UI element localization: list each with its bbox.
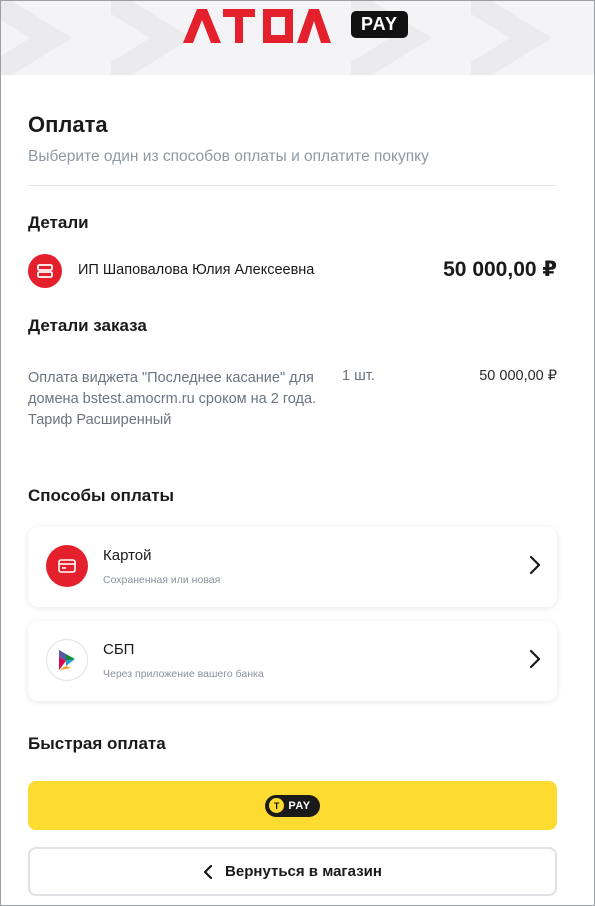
pay-by-card-label: Картой	[103, 547, 152, 564]
order-details-heading: Детали заказа	[28, 316, 147, 335]
card-icon	[46, 545, 88, 587]
total-amount: 50 000,00 ₽	[443, 258, 557, 281]
chevron-right-icon	[529, 555, 541, 575]
back-to-shop-button[interactable]: Вернуться в магазин	[28, 847, 557, 896]
fast-pay-badge-label: PAY	[288, 799, 311, 812]
order-item-quantity: 1 шт.	[342, 368, 375, 384]
merchant-name: ИП Шаповалова Юлия Алексеевна	[78, 262, 315, 278]
pay-by-sbp-sublabel: Через приложение вашего банка	[103, 668, 264, 680]
pay-by-card-option[interactable]: Картой Сохраненная или новая	[28, 527, 557, 607]
logo-pay-badge: PAY	[351, 11, 409, 38]
order-item-description: Оплата виджета "Последнее касание" для д…	[28, 370, 317, 428]
header: PAY	[1, 1, 594, 75]
fast-pay-badge: T PAY	[265, 794, 320, 817]
header-pattern	[1, 1, 72, 75]
chevron-left-icon	[203, 864, 213, 879]
pay-by-sbp-label: СБП	[103, 641, 135, 658]
page-subtitle: Выберите один из способов оплаты и оплат…	[28, 148, 429, 165]
divider	[28, 185, 556, 186]
details-heading: Детали	[28, 213, 89, 232]
back-to-shop-label: Вернуться в магазин	[225, 863, 382, 880]
atol-logo: PAY	[183, 7, 409, 43]
payment-methods-heading: Способы оплаты	[28, 486, 175, 505]
sbp-icon	[46, 639, 88, 681]
fast-pay-button[interactable]: T PAY	[28, 781, 557, 830]
fast-pay-coin-icon: T	[269, 798, 285, 813]
order-item-price: 50 000,00 ₽	[479, 368, 557, 384]
chevron-right-icon	[529, 649, 541, 669]
page-title: Оплата	[28, 112, 108, 137]
merchant-icon	[28, 254, 62, 288]
header-pattern	[471, 1, 552, 75]
pay-by-card-sublabel: Сохраненная или новая	[103, 574, 221, 586]
atol-logo-mark	[183, 9, 331, 43]
fast-payment-heading: Быстрая оплата	[28, 734, 166, 753]
pay-by-sbp-option[interactable]: СБП Через приложение вашего банка	[28, 621, 557, 701]
